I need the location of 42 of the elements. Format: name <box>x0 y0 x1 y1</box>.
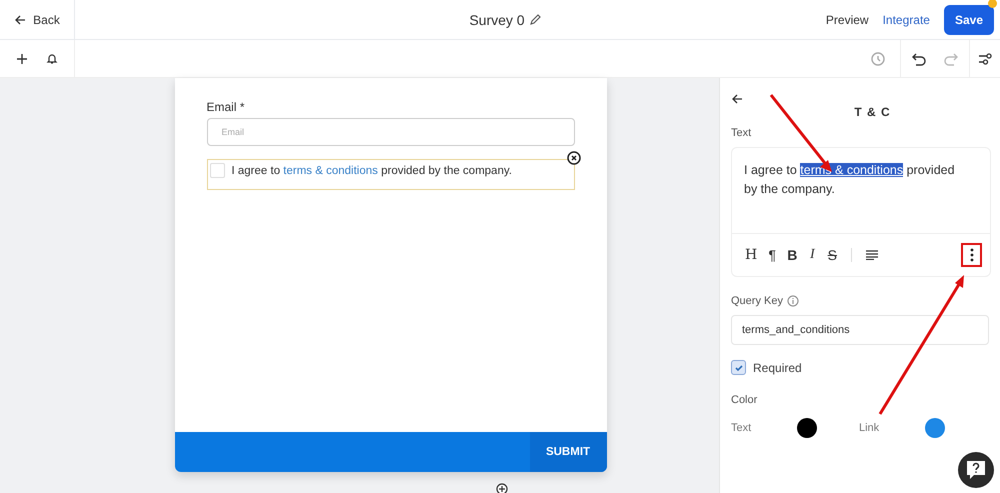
color-label: Link <box>859 422 880 434</box>
panel-title: T & C <box>854 105 891 119</box>
more-options-button[interactable] <box>961 243 982 267</box>
back-arrow-icon <box>14 14 26 26</box>
color-swatch[interactable] <box>797 418 817 438</box>
submit-button[interactable]: SUBMIT <box>530 432 606 472</box>
undo-icon[interactable] <box>912 52 926 66</box>
bell-icon[interactable] <box>46 52 58 65</box>
pencil-icon[interactable] <box>528 13 542 26</box>
color-label: Text <box>731 422 752 434</box>
terms-link[interactable]: terms & conditions <box>283 165 378 177</box>
add-icon[interactable] <box>496 483 508 493</box>
heading-button[interactable]: H <box>745 247 758 263</box>
required-checkbox[interactable] <box>731 360 746 375</box>
align-left-icon[interactable] <box>866 250 878 260</box>
paragraph-button[interactable]: ¶ <box>767 247 778 263</box>
query-key-field[interactable]: terms_and_conditions <box>731 315 989 345</box>
field-label: Email * <box>206 100 246 114</box>
preview-button[interactable]: Preview <box>826 12 869 26</box>
agreement-text: I agree to terms & conditions provided by the company. <box>232 164 512 179</box>
section-label: Query Key <box>731 295 783 307</box>
close-icon[interactable] <box>566 151 580 165</box>
strikethrough-button[interactable]: S <box>827 247 838 263</box>
bold-button[interactable]: B <box>787 247 798 263</box>
checkbox[interactable] <box>210 163 224 178</box>
check-icon <box>734 362 744 372</box>
italic-button[interactable]: I <box>807 247 818 263</box>
survey-title: Survey 0 <box>469 12 525 28</box>
back-button[interactable]: Back <box>14 12 60 26</box>
more-vertical-icon <box>970 248 974 262</box>
section-label: Color <box>731 394 758 406</box>
back-arrow-icon[interactable] <box>731 93 743 105</box>
required-label: Required <box>753 360 802 374</box>
save-button[interactable]: Save <box>944 4 994 34</box>
color-swatch[interactable] <box>925 418 945 438</box>
section-label: Text <box>731 127 752 139</box>
settings-sliders-icon[interactable] <box>978 52 992 64</box>
integrate-button[interactable]: Integrate <box>882 12 930 26</box>
email-field[interactable]: Email <box>206 118 574 146</box>
help-chat-icon <box>965 459 987 481</box>
info-icon[interactable] <box>786 295 799 307</box>
add-icon[interactable] <box>16 52 28 64</box>
